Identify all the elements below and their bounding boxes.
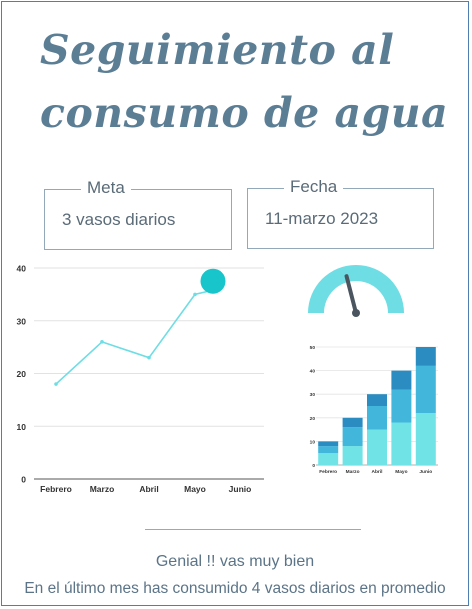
data-point [54, 382, 58, 386]
x-tick-label: Febrero [40, 484, 72, 494]
x-tick-label: Abril [139, 484, 158, 494]
gauge-hub [352, 309, 360, 317]
series-line [55, 288, 218, 385]
x-tick-label: Junio [419, 469, 432, 475]
bar-segment [391, 422, 412, 465]
x-tick-label: Abril [372, 469, 383, 475]
x-tick-label: Marzo [90, 484, 115, 494]
fecha-label: Fecha [284, 177, 344, 197]
bar-segment [342, 427, 363, 447]
bar-segment [367, 394, 387, 406]
y-tick-label: 20 [17, 369, 27, 379]
y-tick-label: 30 [310, 392, 316, 398]
y-tick-label: 40 [310, 369, 316, 375]
fecha-field: Fecha 11-marzo 2023 [247, 177, 434, 249]
page-title-line-1: Seguimiento al [40, 26, 395, 74]
y-tick-label: 20 [310, 416, 316, 422]
bar-segment [318, 446, 339, 454]
data-point [100, 340, 104, 344]
page-frame: Seguimiento al consumo de agua Meta 3 va… [1, 1, 469, 606]
y-tick-label: 50 [310, 345, 316, 351]
bar-segment [391, 389, 412, 423]
line-chart: 0 10 20 30 40 Febrero Marzo Abril Mayo Junio [17, 264, 264, 494]
bar-segment [318, 453, 339, 465]
fecha-value: 11-marzo 2023 [265, 209, 379, 228]
bar-segment [367, 406, 387, 430]
y-tick-label: 10 [310, 439, 316, 445]
y-tick-label: 0 [21, 475, 26, 485]
meta-label: Meta [81, 178, 131, 198]
x-tick-label: Mayo [395, 469, 407, 475]
y-tick-label: 40 [17, 264, 27, 274]
data-point [193, 292, 197, 297]
gauge-chart [308, 265, 404, 317]
meta-value: 3 vasos diarios [62, 210, 176, 229]
bar-segment [318, 441, 339, 447]
stacked-bar-chart: 0 10 20 30 40 50 Febrero Marzo Abril Mayo Junio [310, 345, 438, 475]
meta-field: Meta 3 vasos diarios [44, 178, 232, 250]
bar-segment [342, 417, 363, 428]
x-tick-label: Mayo [184, 484, 206, 494]
gauge-needle [344, 274, 358, 315]
bar-segment [391, 370, 412, 390]
y-tick-label: 10 [17, 422, 27, 432]
bar-segment [415, 365, 436, 414]
data-point [147, 355, 151, 360]
footer-message: Genial !! vas muy bien [155, 553, 315, 570]
x-tick-label: Marzo [346, 469, 360, 475]
bar-segment [415, 413, 436, 465]
bar-segment [415, 347, 436, 366]
x-tick-label: Junio [229, 484, 252, 494]
x-tick-label: Febrero [319, 469, 337, 475]
footer-summary: En el último mes has consumido 4 vasos d… [24, 580, 446, 597]
page-title-line-2: consumo de agua [40, 89, 449, 137]
bar-segment [367, 429, 387, 465]
y-tick-label: 0 [312, 463, 315, 469]
y-tick-label: 30 [17, 316, 27, 326]
highlight-marker [200, 268, 226, 294]
bar-segment [342, 446, 363, 465]
divider [145, 529, 361, 530]
